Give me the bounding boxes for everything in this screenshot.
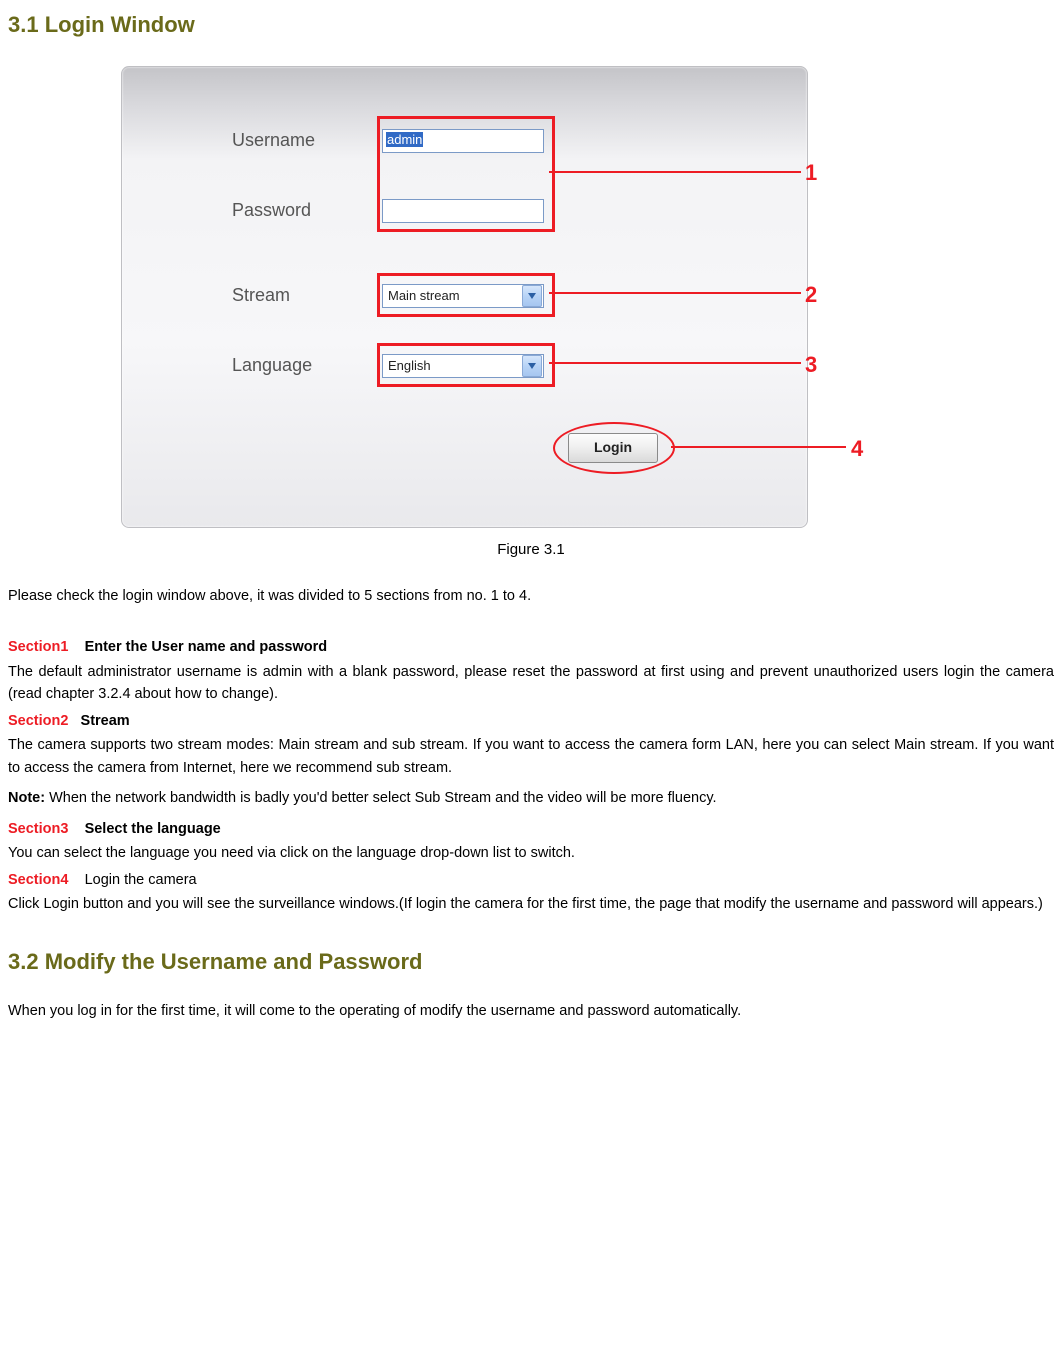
login-button-label: Login — [594, 437, 632, 459]
intro-text: Please check the login window above, it … — [8, 585, 1054, 607]
note-body: When the network bandwidth is badly you'… — [45, 790, 716, 806]
stream-select[interactable]: Main stream — [382, 284, 544, 308]
figure-3-1: Username admin Password Stream Main stre… — [121, 66, 941, 528]
chevron-down-icon — [522, 285, 542, 307]
callout-line-4 — [671, 446, 846, 448]
section1-body: The default administrator username is ad… — [8, 661, 1054, 706]
chevron-down-icon — [522, 355, 542, 377]
body-3-2: When you log in for the first time, it w… — [8, 1000, 1054, 1022]
section3-body: You can select the language you need via… — [8, 842, 1054, 864]
section4-title: Login the camera — [85, 872, 197, 888]
language-select[interactable]: English — [382, 354, 544, 378]
section2-title: Stream — [81, 713, 130, 729]
username-value: admin — [386, 132, 423, 147]
figure-caption: Figure 3.1 — [8, 538, 1054, 561]
login-button[interactable]: Login — [568, 433, 658, 463]
callout-line-1 — [549, 171, 801, 173]
section1-title: Enter the User name and password — [85, 639, 328, 655]
section4-tag: Section4 — [8, 872, 68, 888]
section2-tag: Section2 — [8, 713, 68, 729]
section3-heading: Section3 Select the language — [8, 818, 1054, 840]
heading-3-1: 3.1 Login Window — [8, 8, 1054, 42]
section4-body: Click Login button and you will see the … — [8, 893, 1054, 915]
language-value: English — [388, 356, 431, 376]
password-label: Password — [232, 197, 382, 225]
section1-tag: Section1 — [8, 639, 68, 655]
section1-heading: Section1 Enter the User name and passwor… — [8, 636, 1054, 658]
callout-line-2 — [549, 292, 801, 294]
username-label: Username — [232, 127, 382, 155]
note-label: Note: — [8, 790, 45, 806]
stream-value: Main stream — [388, 286, 460, 306]
callout-number-2: 2 — [805, 278, 817, 312]
section2-body: The camera supports two stream modes: Ma… — [8, 734, 1054, 779]
language-label: Language — [232, 352, 382, 380]
callout-number-3: 3 — [805, 348, 817, 382]
stream-label: Stream — [232, 282, 382, 310]
login-panel: Username admin Password Stream Main stre… — [121, 66, 808, 528]
section2-heading: Section2 Stream — [8, 710, 1054, 732]
heading-3-2: 3.2 Modify the Username and Password — [8, 945, 1054, 979]
callout-number-1: 1 — [805, 156, 817, 190]
section3-title: Select the language — [85, 821, 221, 837]
note-line: Note: When the network bandwidth is badl… — [8, 787, 1054, 809]
callout-number-4: 4 — [851, 432, 863, 466]
section4-heading: Section4 Login the camera — [8, 869, 1054, 891]
callout-line-3 — [549, 362, 801, 364]
password-input[interactable] — [382, 199, 544, 223]
username-input[interactable]: admin — [382, 129, 544, 153]
section3-tag: Section3 — [8, 821, 68, 837]
